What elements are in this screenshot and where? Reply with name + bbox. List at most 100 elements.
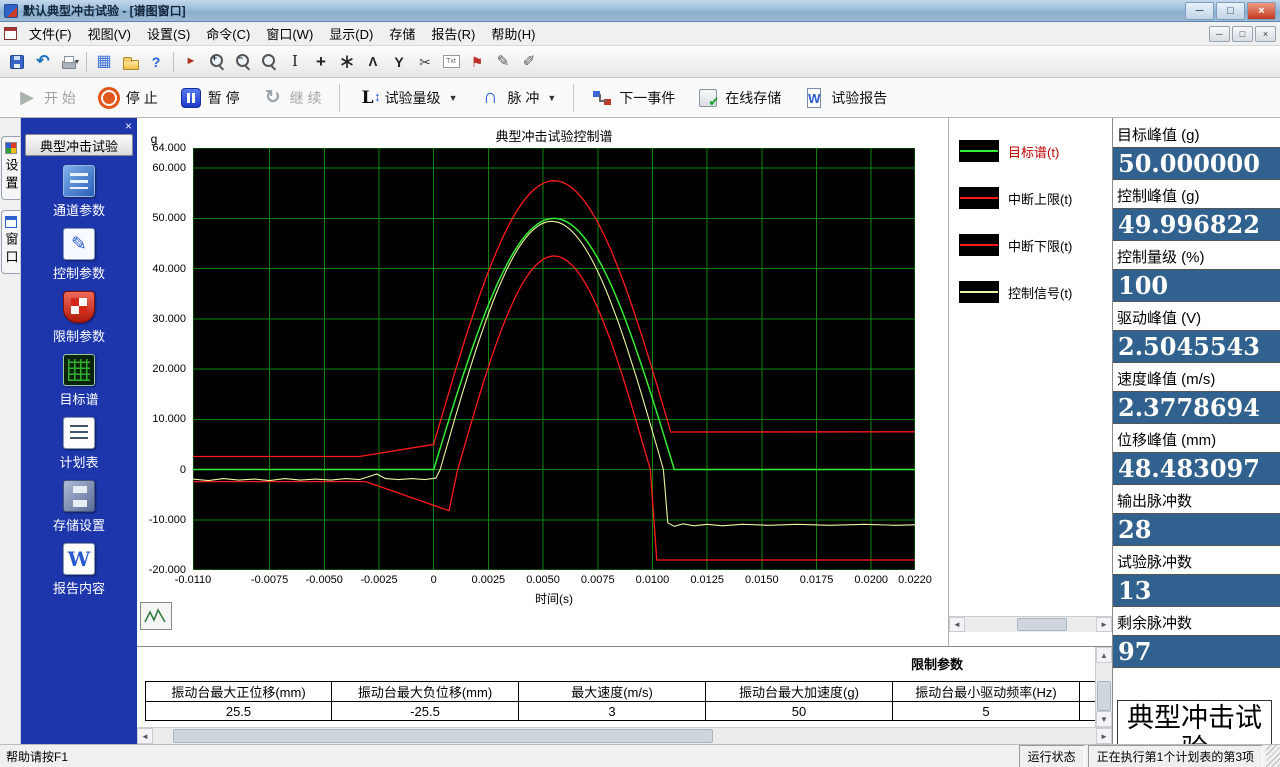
x-axis-label: 时间(s) xyxy=(193,590,915,607)
button-label: 试验量级 xyxy=(385,88,441,108)
sidebar-item-storage-settings[interactable]: 存储设置 xyxy=(21,480,137,534)
tab-settings[interactable]: 设置 xyxy=(1,136,20,200)
child-minimize-button[interactable]: ─ xyxy=(1209,26,1230,42)
table-horizontal-scrollbar[interactable]: ◄ ► xyxy=(137,727,1112,744)
chart-tool-button[interactable] xyxy=(140,602,172,630)
text-label-button[interactable] xyxy=(438,49,464,74)
zoom-icon: + xyxy=(208,53,226,71)
menu-settings[interactable]: 设置(S) xyxy=(139,21,198,46)
legend-scrollbar[interactable]: ◄ ► xyxy=(949,616,1112,632)
table-vertical-scrollbar[interactable]: ▲ ▼ xyxy=(1095,647,1112,727)
save-button[interactable] xyxy=(4,49,30,74)
scroll-track[interactable] xyxy=(153,728,1096,744)
menu-report[interactable]: 报告(R) xyxy=(423,21,483,46)
zoom-in-button[interactable]: + xyxy=(204,49,230,74)
marker-flag-button[interactable] xyxy=(464,49,490,74)
spectrum-thumbnail-icon xyxy=(144,608,168,624)
displacement-peak-value: 48.483097 xyxy=(1113,452,1280,485)
next-event-button[interactable]: 下一事件 xyxy=(581,82,685,114)
ibeam-cursor-button[interactable] xyxy=(282,49,308,74)
scroll-track[interactable] xyxy=(1096,663,1112,711)
sidebar-item-schedule[interactable]: 计划表 xyxy=(21,417,137,471)
scroll-right-icon[interactable]: ► xyxy=(1096,728,1112,744)
button-label: 开 始 xyxy=(44,88,76,108)
menu-help[interactable]: 帮助(H) xyxy=(483,21,543,46)
crosshair-cursor-button[interactable] xyxy=(308,49,334,74)
stop-button[interactable]: 停 止 xyxy=(88,82,168,114)
toolbar-separator xyxy=(86,52,87,72)
scroll-left-icon[interactable]: ◄ xyxy=(137,728,153,744)
scroll-down-icon[interactable]: ▼ xyxy=(1096,711,1112,727)
resize-grip[interactable] xyxy=(1266,745,1280,767)
storage-icon xyxy=(63,480,95,512)
print-button[interactable]: ▾ xyxy=(56,49,82,74)
sidebar-title-button[interactable]: 典型冲击试验 xyxy=(25,134,133,156)
legend-item-3[interactable]: 控制信号(t) xyxy=(959,281,1112,303)
child-restore-button[interactable]: □ xyxy=(1232,26,1253,42)
start-button[interactable]: 开 始 xyxy=(6,82,86,114)
cross-icon xyxy=(312,53,330,71)
test-report-button[interactable]: 试验报告 xyxy=(793,82,897,114)
edit-pencil-button[interactable] xyxy=(490,49,516,74)
test-level-button[interactable]: 试验量级▼ xyxy=(347,82,468,114)
velocity-peak-value: 2.3778694 xyxy=(1113,391,1280,424)
scroll-track[interactable] xyxy=(965,617,1096,632)
menu-view[interactable]: 视图(V) xyxy=(80,21,139,46)
velocity-peak-label: 速度峰值 (m/s) xyxy=(1113,363,1280,391)
menu-file[interactable]: 文件(F) xyxy=(21,21,80,46)
close-button[interactable]: × xyxy=(1247,2,1276,20)
scroll-up-icon[interactable]: ▲ xyxy=(1096,647,1112,663)
open-file-button[interactable] xyxy=(117,49,143,74)
sidebar-item-channel-params[interactable]: 通道参数 xyxy=(21,165,137,219)
scroll-left-icon[interactable]: ◄ xyxy=(949,617,965,632)
channel-grid-button[interactable] xyxy=(91,49,117,74)
help-button[interactable] xyxy=(143,49,169,74)
menu-command[interactable]: 命令(C) xyxy=(198,21,258,46)
maximize-button[interactable]: □ xyxy=(1216,2,1245,20)
single-cursor-button[interactable] xyxy=(360,49,386,74)
play-icon xyxy=(16,87,38,109)
annotate-button[interactable] xyxy=(516,49,542,74)
spectrum-plot[interactable] xyxy=(193,148,915,570)
scroll-right-icon[interactable]: ► xyxy=(1096,617,1112,632)
scroll-thumb[interactable] xyxy=(173,729,713,743)
cut-button[interactable] xyxy=(412,49,438,74)
toolbar-separator xyxy=(173,52,174,72)
y-tick-label: 10.000 xyxy=(152,413,186,425)
sidebar-item-report-content[interactable]: 报告内容 xyxy=(21,543,137,597)
sidebar-item-limit-params[interactable]: 限制参数 xyxy=(21,291,137,345)
zoom-icon xyxy=(260,53,278,71)
sidebar-item-label: 目标谱 xyxy=(59,389,98,408)
menu-storage[interactable]: 存储 xyxy=(381,21,423,46)
undo-button[interactable] xyxy=(30,49,56,74)
legend-item-1[interactable]: 中断上限(t) xyxy=(959,187,1112,209)
limits-col-1: 振动台最大负位移(mm) xyxy=(332,681,519,702)
star-cursor-button[interactable] xyxy=(334,49,360,74)
cursor-tool-button[interactable] xyxy=(178,49,204,74)
pause-icon xyxy=(180,87,202,109)
pause-button[interactable]: 暂 停 xyxy=(170,82,250,114)
tab-label: 窗口 xyxy=(2,232,21,268)
dropdown-arrow-icon: ▼ xyxy=(547,93,556,103)
sidebar-item-control-params[interactable]: 控制参数 xyxy=(21,228,137,282)
legend-item-0[interactable]: 目标谱(t) xyxy=(959,140,1112,162)
legend-item-2[interactable]: 中断下限(t) xyxy=(959,234,1112,256)
menu-window[interactable]: 窗口(W) xyxy=(258,21,321,46)
zoom-box-button[interactable] xyxy=(256,49,282,74)
undo-icon xyxy=(34,53,52,71)
continue-button[interactable]: 继 续 xyxy=(252,82,332,114)
scroll-thumb[interactable] xyxy=(1017,618,1067,631)
child-close-button[interactable]: × xyxy=(1255,26,1276,42)
tab-window[interactable]: 窗口 xyxy=(1,210,20,274)
scroll-thumb[interactable] xyxy=(1097,681,1111,711)
harmonic-cursor-button[interactable] xyxy=(386,49,412,74)
x-tick-label: 0.0220 xyxy=(898,574,932,586)
test-pulses-value: 13 xyxy=(1113,574,1280,607)
pulse-button[interactable]: 脉 冲▼ xyxy=(469,82,566,114)
zoom-out-button[interactable]: − xyxy=(230,49,256,74)
sidebar-item-target-spectrum[interactable]: 目标谱 xyxy=(21,354,137,408)
online-storage-button[interactable]: 在线存储 xyxy=(687,82,791,114)
minimize-button[interactable]: ─ xyxy=(1185,2,1214,20)
menu-display[interactable]: 显示(D) xyxy=(321,21,381,46)
panel-close-icon[interactable]: × xyxy=(125,120,132,132)
